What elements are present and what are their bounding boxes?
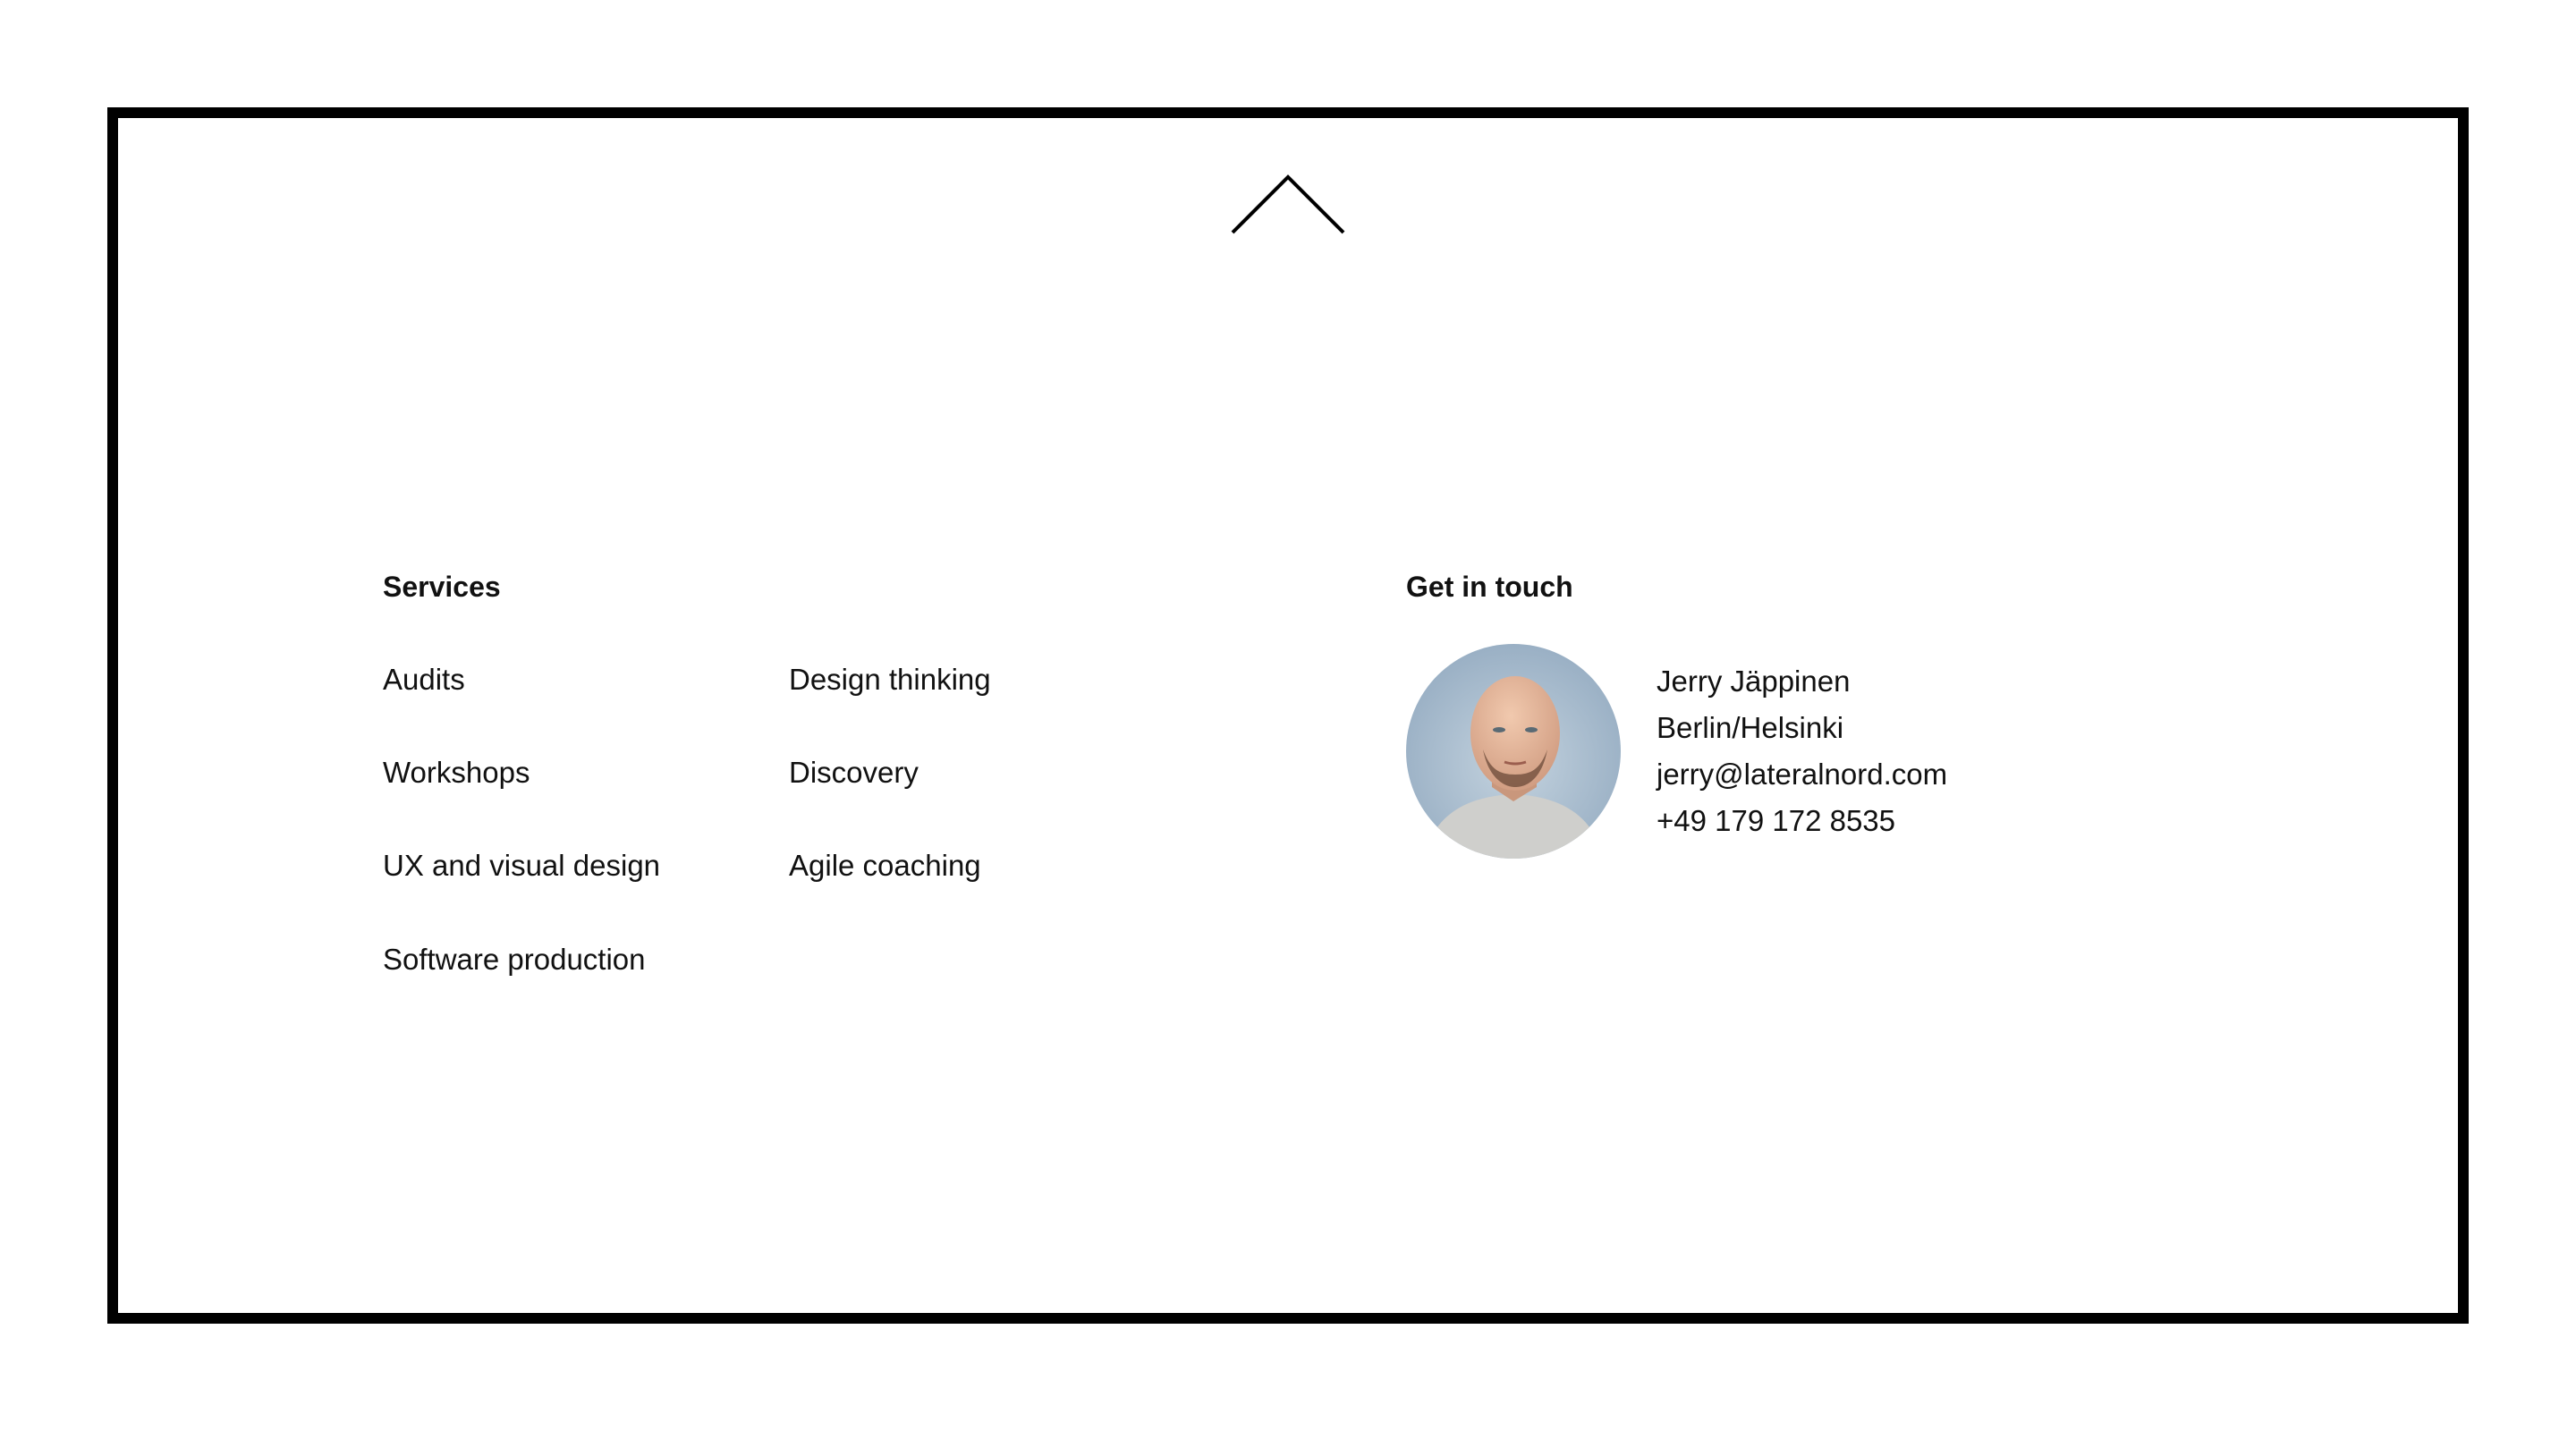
avatar: [1406, 644, 1621, 859]
service-ux-visual-design[interactable]: UX and visual design: [383, 848, 660, 884]
chevron-up-icon[interactable]: [1227, 170, 1349, 240]
contact-details: Jerry Jäppinen Berlin/Helsinki jerry@lat…: [1657, 658, 1947, 844]
contact-location: Berlin/Helsinki: [1657, 711, 1844, 744]
contact-email-link[interactable]: jerry@lateralnord.com: [1657, 751, 1947, 798]
service-workshops[interactable]: Workshops: [383, 755, 530, 791]
service-audits[interactable]: Audits: [383, 662, 465, 698]
contact-phone-link[interactable]: +49 179 172 8535: [1657, 798, 1947, 844]
service-discovery[interactable]: Discovery: [789, 755, 919, 791]
contact-name: Jerry Jäppinen: [1657, 665, 1851, 698]
footer-frame: [107, 107, 2469, 1324]
services-heading: Services: [383, 571, 501, 603]
contact-heading: Get in touch: [1406, 571, 1573, 603]
service-agile-coaching[interactable]: Agile coaching: [789, 848, 981, 884]
service-design-thinking[interactable]: Design thinking: [789, 662, 991, 698]
service-software-production[interactable]: Software production: [383, 942, 646, 978]
